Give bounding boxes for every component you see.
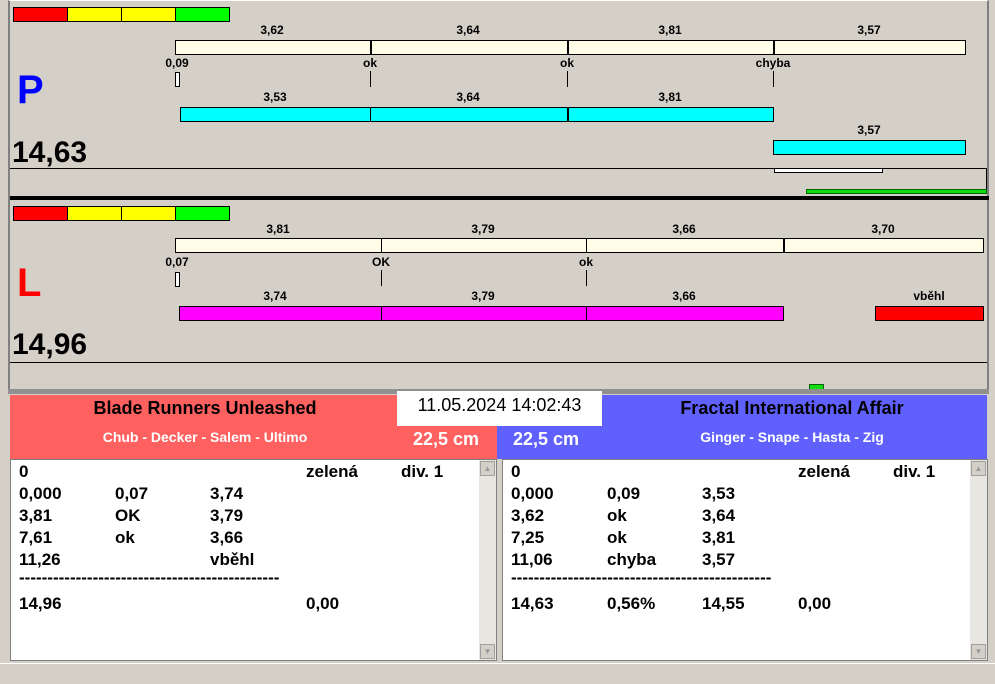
result-cell: 0,09 [607, 484, 641, 503]
run-bar [179, 306, 784, 321]
total-cell: 14,63 [511, 594, 554, 613]
result-cell: 11,26 [19, 550, 61, 569]
split-label: 3,70 [871, 222, 895, 236]
split-label: 3,81 [658, 90, 682, 104]
split-label: 3,74 [263, 289, 287, 303]
result-cell: ok [115, 528, 135, 547]
split-label: 3,81 [658, 23, 682, 37]
split-label: 3,64 [456, 90, 480, 104]
left-team-name: Blade Runners Unleashed [93, 398, 317, 418]
right-length: 22,5 cm [513, 429, 580, 449]
light-yellow [121, 7, 176, 22]
mark-label: ok [559, 56, 575, 70]
lane-letter: L [17, 261, 42, 305]
result-cell: 0 [511, 462, 521, 481]
total-cell: 14,96 [19, 594, 62, 613]
start-marker [175, 72, 180, 87]
result-cell: 3,64 [702, 506, 736, 525]
fault-bar [875, 306, 984, 321]
run-bar-last [773, 140, 966, 155]
result-cell: div. 1 [401, 462, 444, 481]
reference-bar [175, 238, 984, 253]
result-cell: 3,53 [702, 484, 736, 503]
split-label: 3,66 [672, 222, 696, 236]
split-label: 3,79 [471, 222, 495, 236]
result-cell: 3,74 [210, 484, 244, 503]
separator: ----------------------------------------… [511, 568, 772, 587]
result-cell: 3,81 [19, 506, 53, 525]
lane-letter: P [17, 68, 44, 112]
status-bar [0, 663, 995, 684]
split-label: 3,53 [263, 90, 287, 104]
result-cell: 3,57 [702, 550, 736, 569]
lane-total: 14,63 [12, 136, 88, 169]
result-cell: div. 1 [893, 462, 936, 481]
split-label: 3,64 [456, 23, 480, 37]
left-results[interactable]: ▲ ▼ 0 zelená div. 1 0,000 0,07 3,74 3,81 OK 3,79 7… [10, 459, 497, 661]
split-label: 3,79 [471, 289, 495, 303]
result-cell: 7,25 [511, 528, 545, 547]
split-label: 3,81 [266, 222, 290, 236]
start-marker [175, 272, 180, 287]
result-cell: 3,62 [511, 506, 545, 525]
light-red [13, 7, 68, 22]
reference-bar [175, 40, 966, 55]
mark-label: ok [362, 56, 378, 70]
left-team-members: Chub - Decker - Salem - Ultimo [102, 429, 308, 445]
lane-divider [10, 196, 989, 200]
result-cell: zelená [306, 462, 358, 481]
result-cell: 0 [19, 462, 29, 481]
split-label: 3,62 [260, 23, 284, 37]
datetime: 11.05.2024 14:02:43 [397, 391, 602, 426]
light-green [175, 206, 230, 221]
left-length: 22,5 cm [413, 429, 480, 449]
scrollbar[interactable]: ▲ ▼ [479, 460, 496, 660]
light-green [175, 7, 230, 22]
light-yellow [121, 206, 176, 221]
split-label: 3,66 [672, 289, 696, 303]
separator: ----------------------------------------… [19, 568, 280, 587]
split-label: 3,57 [857, 123, 881, 137]
light-yellow [67, 206, 122, 221]
result-cell: OK [115, 506, 141, 525]
result-cell: 7,61 [19, 528, 53, 547]
result-cell: 0,000 [19, 484, 62, 503]
right-team-name: Fractal International Affair [680, 398, 904, 418]
light-yellow [67, 7, 122, 22]
total-cell: 14,55 [702, 594, 745, 613]
result-cell: ok [607, 506, 627, 525]
result-cell: 11,06 [511, 550, 553, 569]
total-cell: 0,56% [607, 594, 656, 613]
result-cell: 0,000 [511, 484, 554, 503]
right-results[interactable]: ▲ ▼ 0 zelená div. 1 0,000 0,09 3,53 3,62 ok 3,64 7… [502, 459, 988, 661]
result-cell: 3,79 [210, 506, 244, 525]
light-red [13, 206, 68, 221]
total-cell: 0,00 [798, 594, 832, 613]
result-cell: 0,07 [115, 484, 149, 503]
scrollbar[interactable]: ▲ ▼ [970, 460, 987, 660]
result-cell: vběhl [210, 550, 255, 569]
mark-label: 0,07 [165, 255, 189, 269]
fault-label: vběhl [913, 289, 945, 303]
mark-label: OK [372, 255, 390, 269]
total-cell: 0,00 [306, 594, 340, 613]
split-label: 3,57 [857, 23, 881, 37]
mark-label: chyba [755, 56, 791, 70]
mark-label: ok [578, 255, 594, 269]
run-bar [180, 107, 774, 122]
lane-total: 14,96 [12, 328, 88, 361]
result-cell: zelená [798, 462, 850, 481]
result-cell: ok [607, 528, 627, 547]
result-cell: chyba [607, 550, 657, 569]
mark-label: 0,09 [165, 56, 189, 70]
right-team-members: Ginger - Snape - Hasta - Zig [700, 429, 884, 445]
result-cell: 3,81 [702, 528, 736, 547]
result-cell: 3,66 [210, 528, 244, 547]
